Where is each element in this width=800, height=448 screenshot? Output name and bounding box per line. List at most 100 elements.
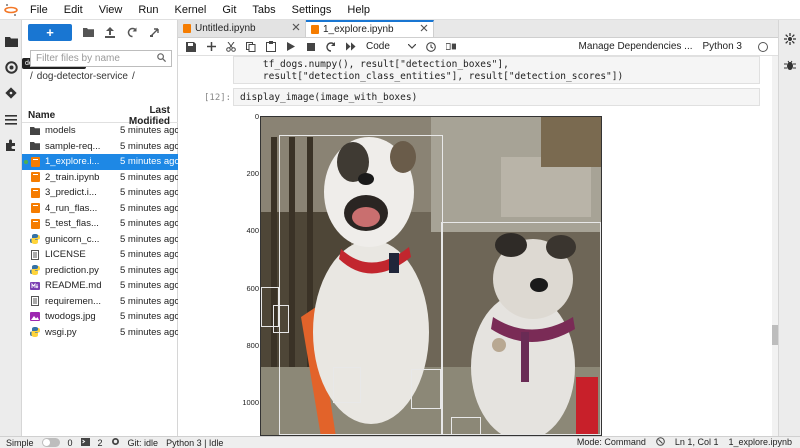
table-of-contents-icon[interactable] (0, 106, 22, 132)
file-modified: 5 minutes ago (120, 311, 180, 323)
detection-box (441, 222, 601, 435)
copy-icon[interactable] (246, 41, 256, 53)
close-icon[interactable] (420, 24, 428, 35)
y-tick-label: 600 (246, 283, 259, 293)
clock-icon[interactable] (426, 41, 436, 53)
menu-kernel[interactable]: Kernel (167, 4, 215, 16)
y-tick-label: 0 (254, 112, 259, 121)
property-inspector-icon[interactable] (779, 26, 800, 52)
file-row[interactable]: 3_predict.i... 5 minutes ago (22, 185, 180, 201)
file-modified: 5 minutes ago (120, 249, 180, 261)
python-icon (30, 327, 40, 338)
file-browser-panel: + detection is talking / dog-detector-se… (22, 20, 180, 436)
simple-mode-label: Simple (6, 437, 34, 448)
search-input[interactable] (36, 53, 154, 64)
search-icon (157, 52, 167, 65)
manage-dependencies-button[interactable]: Manage Dependencies ... (579, 41, 693, 52)
menu-edit[interactable]: Edit (56, 4, 91, 16)
file-name: prediction.py (45, 264, 99, 276)
file-row[interactable]: gunicorn_c... 5 minutes ago (22, 232, 180, 248)
cursor-position[interactable]: Ln 1, Col 1 (675, 437, 719, 448)
refresh-icon[interactable] (126, 26, 138, 38)
menu-tabs[interactable]: Tabs (244, 4, 283, 16)
breadcrumb-root[interactable]: / (30, 71, 33, 82)
detection-box (333, 367, 361, 403)
left-activity-bar (0, 20, 22, 436)
status-right: Mode: Command Ln 1, Col 1 1_explore.ipyn… (577, 437, 800, 448)
file-row[interactable]: LICENSE 5 minutes ago (22, 247, 180, 263)
close-icon[interactable] (292, 23, 300, 34)
file-modified: 5 minutes ago (120, 295, 180, 307)
notebook-toolbar: Code Manage Dependencies ... Python 3 (178, 38, 778, 56)
running-indicator-icon (24, 159, 28, 164)
menu-run[interactable]: Run (130, 4, 166, 16)
column-name-header[interactable]: Name (22, 110, 118, 121)
file-modified: 5 minutes ago (120, 264, 180, 276)
tab-untitled[interactable]: Untitled.ipynb (178, 20, 306, 37)
file-row[interactable]: 2_train.ipynb 5 minutes ago (22, 170, 180, 186)
kernel-name[interactable]: Python 3 (703, 41, 742, 52)
simple-mode-toggle[interactable] (41, 438, 60, 447)
tab-label: 1_explore.ipynb (323, 24, 394, 35)
file-browser-toolbar: + (22, 20, 177, 44)
bell-icon[interactable] (656, 437, 665, 448)
stop-icon[interactable] (306, 41, 316, 53)
file-row[interactable]: wsgi.py 5 minutes ago (22, 325, 180, 341)
file-row[interactable]: models 5 minutes ago (22, 123, 180, 139)
code-cell-display[interactable]: display_image(image_with_boxes) (233, 88, 760, 106)
file-name: README.md (45, 280, 102, 292)
file-modified: 5 minutes ago (120, 140, 180, 152)
file-filter-search (30, 50, 172, 67)
code-line: tf_dogs.numpy(), result["detection_boxes… (240, 59, 509, 70)
menu-view[interactable]: View (91, 4, 131, 16)
git-clone-icon[interactable] (148, 26, 160, 38)
file-row[interactable]: twodogs.jpg 5 minutes ago (22, 309, 180, 325)
kernel-status[interactable]: Python 3 | Idle (166, 438, 223, 448)
fast-forward-icon[interactable] (346, 41, 356, 53)
y-tick-label: 400 (246, 226, 259, 236)
cut-icon[interactable] (226, 41, 236, 53)
extensions-icon[interactable] (0, 132, 22, 158)
folder-icon (30, 126, 40, 136)
file-row[interactable]: requiremen... 5 minutes ago (22, 294, 180, 310)
menu-settings[interactable]: Settings (284, 4, 340, 16)
file-row[interactable]: README.md 5 minutes ago (22, 278, 180, 294)
git-status[interactable]: Git: idle (128, 438, 159, 448)
file-name: 3_predict.i... (45, 187, 97, 199)
breadcrumb-folder[interactable]: dog-detector-service (37, 71, 128, 82)
file-modified: 5 minutes ago (120, 187, 180, 199)
file-name: sample-req... (45, 140, 101, 152)
upload-icon[interactable] (104, 26, 116, 38)
notebook-icon (30, 172, 40, 183)
add-cell-icon[interactable] (206, 41, 216, 53)
file-row[interactable]: 1_explore.i... 5 minutes ago (22, 154, 180, 170)
image-icon (30, 312, 40, 322)
notebook-icon (311, 25, 319, 34)
menu-help[interactable]: Help (339, 4, 378, 16)
git-diff-icon[interactable] (445, 41, 456, 53)
save-icon[interactable] (186, 41, 196, 53)
code-cell-previous[interactable]: tf_dogs.numpy(), result["detection_boxes… (233, 56, 760, 84)
new-folder-icon[interactable] (82, 26, 94, 38)
tab-1-explore[interactable]: 1_explore.ipynb (306, 20, 434, 37)
y-tick-label: 1000 (242, 398, 259, 407)
file-row[interactable]: 4_run_flas... 5 minutes ago (22, 201, 180, 217)
dog-photo-with-boxes (260, 116, 602, 436)
notebook-mode: Mode: Command (576, 437, 646, 447)
file-name: 1_explore.i... (45, 156, 100, 168)
paste-icon[interactable] (266, 41, 276, 53)
file-row[interactable]: prediction.py 5 minutes ago (22, 263, 180, 279)
menu-git[interactable]: Git (214, 4, 244, 16)
restart-icon[interactable] (326, 41, 336, 53)
new-launcher-button[interactable]: + (28, 23, 72, 41)
run-icon[interactable] (286, 41, 296, 53)
debugger-icon[interactable] (779, 52, 800, 78)
cell-type-dropdown[interactable]: Code (366, 41, 417, 52)
running-sessions-icon[interactable] (0, 54, 22, 80)
python-icon (30, 234, 40, 245)
menu-file[interactable]: File (22, 4, 56, 16)
file-row[interactable]: 5_test_flas... 5 minutes ago (22, 216, 180, 232)
file-row[interactable]: sample-req... 5 minutes ago (22, 139, 180, 155)
git-icon[interactable] (0, 80, 22, 106)
folder-icon[interactable] (0, 28, 22, 54)
